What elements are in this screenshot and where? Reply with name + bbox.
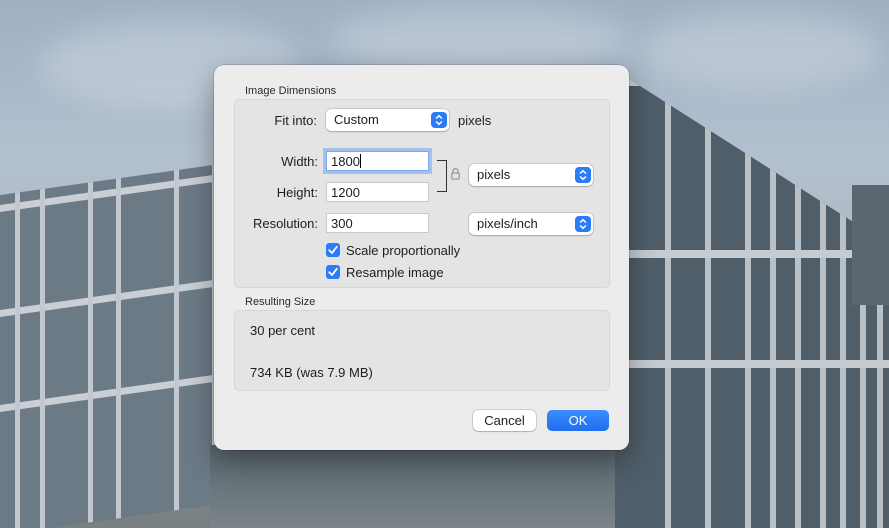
resolution-value: 300 [331, 216, 353, 231]
width-value: 1800 [331, 154, 360, 169]
popup-arrows-icon [431, 112, 447, 128]
resolution-unit-popup[interactable]: pixels/inch [469, 213, 593, 235]
cancel-button[interactable]: Cancel [473, 410, 536, 431]
resample-image-label[interactable]: Resample image [346, 265, 444, 280]
fit-into-label: Fit into: [274, 113, 317, 128]
popup-arrows-icon [575, 216, 591, 232]
width-label: Width: [281, 154, 318, 169]
image-dimensions-title: Image Dimensions [245, 85, 337, 97]
ok-button[interactable]: OK [547, 410, 609, 431]
resulting-size-title: Resulting Size [245, 296, 316, 308]
dimension-unit-value: pixels [477, 167, 511, 182]
checkmark-icon [328, 267, 338, 276]
image-size-dialog: Image Dimensions Fit into: Custom pixels… [214, 65, 629, 450]
popup-arrows-icon [575, 167, 591, 183]
resolution-label: Resolution: [252, 216, 318, 231]
proportion-bracket [437, 160, 447, 192]
height-value: 1200 [331, 185, 360, 200]
resulting-percent: 30 per cent [250, 323, 316, 338]
scale-proportionally-label[interactable]: Scale proportionally [346, 243, 460, 258]
lock-icon[interactable] [451, 168, 460, 183]
fit-into-popup[interactable]: Custom [326, 109, 449, 131]
height-label: Height: [276, 185, 318, 200]
width-field[interactable]: 1800 [326, 151, 429, 171]
resolution-unit-value: pixels/inch [477, 216, 538, 231]
fit-into-value: Custom [334, 112, 379, 127]
dimension-unit-popup[interactable]: pixels [469, 164, 593, 186]
resulting-file-size: 734 KB (was 7.9 MB) [250, 365, 373, 380]
scale-proportionally-checkbox[interactable] [326, 243, 340, 257]
resolution-field[interactable]: 300 [326, 213, 429, 233]
text-caret [359, 154, 361, 168]
resample-image-checkbox[interactable] [326, 265, 340, 279]
checkmark-icon [328, 245, 338, 254]
fit-into-unit: pixels [458, 113, 492, 128]
height-field[interactable]: 1200 [326, 182, 429, 202]
